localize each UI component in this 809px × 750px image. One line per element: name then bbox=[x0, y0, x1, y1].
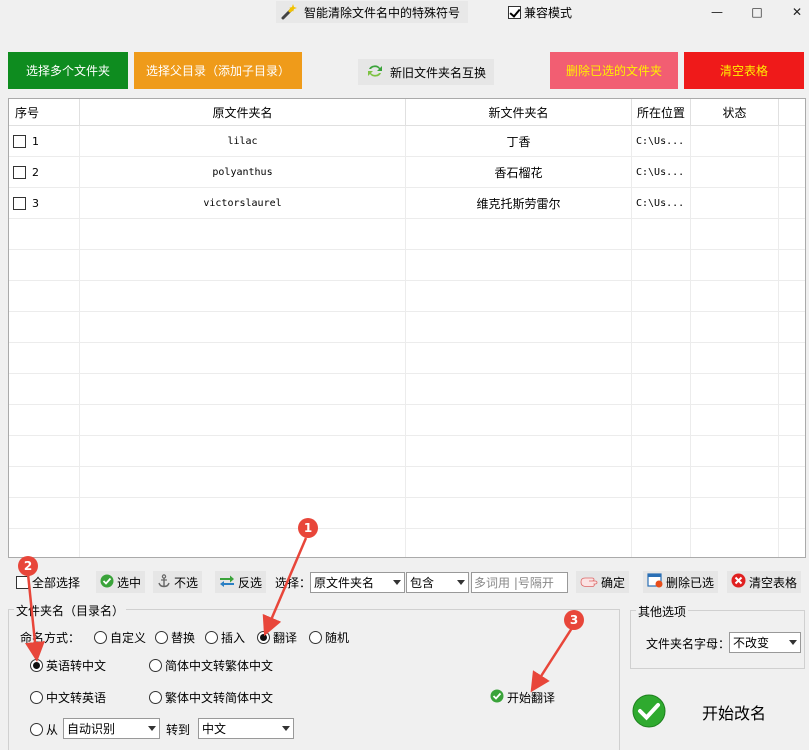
arrow-1 bbox=[262, 537, 308, 637]
step-badge-2: 2 bbox=[18, 556, 38, 576]
annotation-arrows bbox=[25, 537, 574, 693]
arrow-2 bbox=[25, 573, 45, 662]
step-badge-1: 1 bbox=[298, 518, 318, 538]
arrow-3 bbox=[530, 627, 574, 693]
step-badge-3: 3 bbox=[564, 610, 584, 630]
